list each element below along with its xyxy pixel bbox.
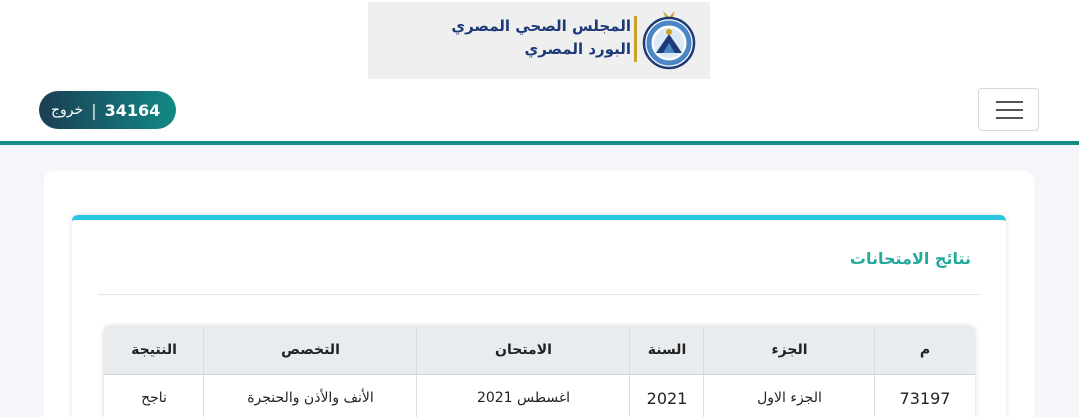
column-divider <box>203 326 204 417</box>
logo-divider <box>634 16 637 62</box>
header-part: الجزء <box>704 326 875 374</box>
table-cell-year: 2021 <box>630 375 704 417</box>
table-cell-index: 73197 <box>875 375 975 417</box>
header-specialty: التخصص <box>204 326 417 374</box>
results-table: م الجزء السنة الامتحان التخصص النتيجة 73… <box>104 326 975 417</box>
hamburger-icon <box>996 117 1023 119</box>
pill-separator: | <box>91 100 97 120</box>
header-year: السنة <box>630 326 704 374</box>
header-accent-line <box>0 141 1079 145</box>
header-result: النتيجة <box>104 326 204 374</box>
user-logout-pill[interactable]: خروج | 34164 <box>39 91 176 129</box>
logo-title-line2: البورد المصري <box>524 40 631 58</box>
title-divider <box>98 294 981 295</box>
table-cell-result: ناجح <box>104 375 204 417</box>
column-divider <box>703 326 704 417</box>
hamburger-icon <box>996 101 1023 103</box>
table-cell-part: الجزء الاول <box>704 375 875 417</box>
header-exam: الامتحان <box>417 326 630 374</box>
page-title: نتائج الامتحانات <box>849 249 971 268</box>
menu-toggle-button[interactable] <box>978 88 1039 131</box>
column-divider <box>874 326 875 417</box>
logo-title-line1: المجلس الصحي المصري <box>451 17 631 35</box>
egyptian-medical-council-emblem-icon <box>642 11 696 70</box>
user-id: 34164 <box>104 100 161 120</box>
hamburger-icon <box>996 109 1023 111</box>
column-divider <box>416 326 417 417</box>
column-divider <box>629 326 630 417</box>
table-cell-exam: اغسطس 2021 <box>417 375 630 417</box>
table-cell-specialty: الأنف والأذن والحنجرة <box>204 375 417 417</box>
logout-link[interactable]: خروج <box>51 102 83 118</box>
header-index: م <box>875 326 975 374</box>
